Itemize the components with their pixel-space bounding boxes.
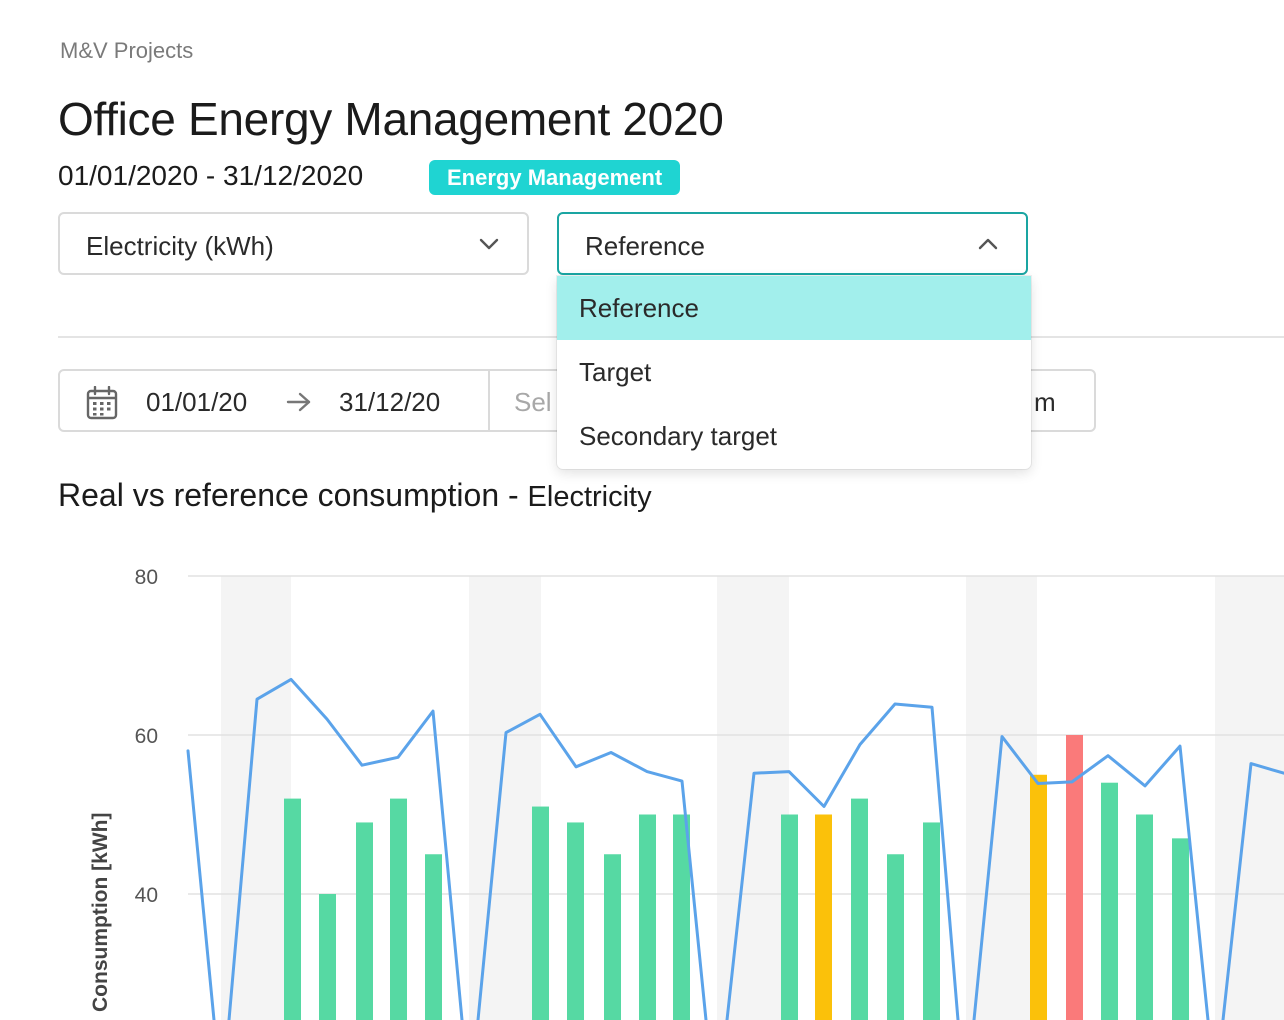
bar-ok bbox=[319, 894, 336, 1020]
y-tick-label: 40 bbox=[135, 884, 158, 907]
bar-ok bbox=[604, 854, 621, 1020]
energy-type-select[interactable]: Electricity (kWh) bbox=[58, 212, 529, 275]
weekend-band bbox=[469, 576, 541, 1020]
bar-ok bbox=[284, 798, 301, 1020]
comparison-select-value: Reference bbox=[585, 231, 705, 261]
bar-ok bbox=[532, 806, 549, 1020]
y-axis-label: Consumption [kWh] bbox=[89, 813, 112, 1012]
bar-ok bbox=[1101, 782, 1118, 1020]
weekend-band bbox=[221, 576, 291, 1020]
project-date-range: 01/01/2020 - 31/12/2020 bbox=[58, 160, 364, 191]
y-tick-label: 80 bbox=[135, 566, 158, 589]
weekend-band bbox=[1215, 576, 1284, 1020]
arrow-right-icon bbox=[286, 392, 311, 412]
chevron-up-icon bbox=[978, 238, 998, 250]
bar-ok bbox=[639, 814, 656, 1020]
consumption-chart: 40 60 80 Consumption [kWh] bbox=[89, 566, 1284, 1020]
dropdown-option-reference[interactable]: Reference bbox=[557, 276, 1031, 340]
end-date-input[interactable]: 31/12/20 bbox=[339, 387, 440, 418]
chevron-down-icon bbox=[479, 238, 499, 250]
chart-title-main: Real vs reference consumption bbox=[58, 477, 500, 513]
dropdown-option-target[interactable]: Target bbox=[557, 340, 1031, 404]
chart-title: Real vs reference consumption - Electric… bbox=[58, 477, 652, 514]
filter-separator bbox=[488, 371, 490, 430]
weekend-band bbox=[717, 576, 789, 1020]
bar-warning bbox=[1030, 774, 1047, 1020]
bar-ok bbox=[887, 854, 904, 1020]
bar-ok bbox=[781, 814, 798, 1020]
bar-warning bbox=[815, 814, 832, 1020]
bar-ok bbox=[1136, 814, 1153, 1020]
dropdown-option-secondary-target[interactable]: Secondary target bbox=[557, 404, 1031, 468]
comparison-dropdown-menu: Reference Target Secondary target bbox=[557, 276, 1031, 469]
bar-ok bbox=[390, 798, 407, 1020]
weekend-band bbox=[966, 576, 1037, 1020]
bar-alert bbox=[1066, 735, 1083, 1020]
chart-title-separator: - bbox=[499, 477, 528, 513]
page-title: Office Energy Management 2020 bbox=[58, 93, 724, 145]
bar-ok bbox=[851, 798, 868, 1020]
period-select-value[interactable]: m bbox=[1034, 387, 1056, 418]
breadcrumb[interactable]: M&V Projects bbox=[60, 38, 193, 64]
bar-ok bbox=[923, 822, 940, 1020]
filter-select-placeholder[interactable]: Sel bbox=[514, 387, 552, 418]
comparison-select[interactable]: Reference bbox=[557, 212, 1028, 275]
start-date-input[interactable]: 01/01/20 bbox=[146, 387, 247, 418]
y-tick-label: 60 bbox=[135, 725, 158, 748]
bar-ok bbox=[425, 854, 442, 1020]
energy-type-select-value: Electricity (kWh) bbox=[86, 231, 274, 261]
bar-ok bbox=[356, 822, 373, 1020]
bar-ok bbox=[1172, 838, 1189, 1020]
chart-title-subtitle: Electricity bbox=[527, 481, 652, 513]
bar-ok bbox=[567, 822, 584, 1020]
calendar-icon[interactable] bbox=[86, 386, 118, 420]
category-tag: Energy Management bbox=[429, 160, 681, 195]
